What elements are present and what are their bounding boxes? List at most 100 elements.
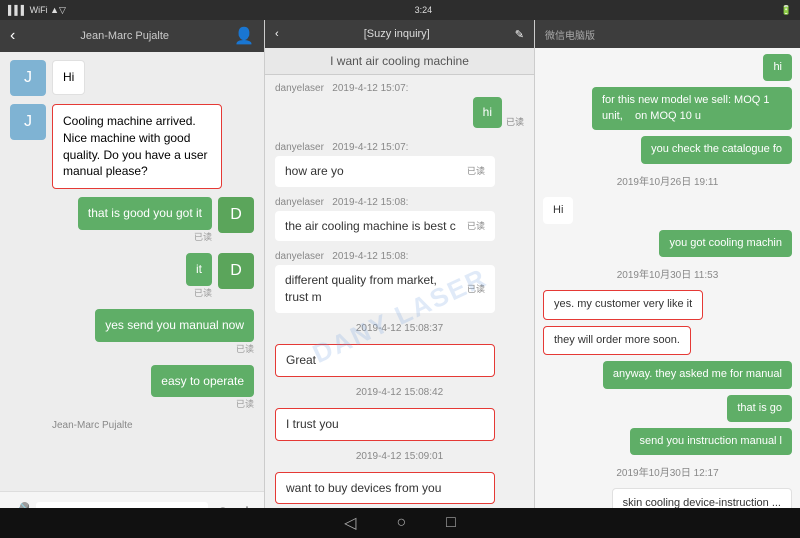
left-panel: ‹ Jean-Marc Pujalte 👤 J Hi J: [0, 20, 265, 508]
avatar-self: D: [218, 197, 254, 233]
read-label: 已读: [194, 230, 212, 243]
right-panel: 微信电脑版 hi for this new model we sell: MOQ…: [535, 20, 800, 508]
right-msg-row: yes. my customer very like it: [543, 290, 792, 319]
msg-text: yes send you manual now: [105, 318, 244, 332]
right-msg-row: you got cooling machin: [543, 230, 792, 257]
chat-input[interactable]: [36, 502, 207, 509]
right-msg-row: that is go: [543, 395, 792, 422]
chat-bubble-easy: easy to operate: [151, 365, 254, 398]
message-row: J Cooling machine arrived. Nice machine …: [10, 104, 254, 189]
android-nav: ◁ ○ □: [0, 508, 800, 538]
msg-meta: danyelaser 2019-4-12 15:07:: [275, 142, 524, 153]
edit-icon-mid[interactable]: ✎: [515, 28, 524, 41]
middle-header: ‹ [Suzy inquiry] ✎: [265, 20, 534, 48]
read-label: 已读: [236, 342, 254, 355]
status-bar: ▌▌▌ WiFi ▲▽ 3:24 🔋: [0, 0, 800, 20]
right-msg-row: for this new model we sell: MOQ 1 unit, …: [543, 87, 792, 130]
msg-col: that is good you got it 已读: [78, 197, 212, 245]
timestamp: 2019年10月30日 11:53: [543, 266, 792, 281]
right-bubble-outlined: they will order more soon.: [543, 326, 691, 355]
middle-msg-row: danyelaser 2019-4-12 15:07: hi 已读: [275, 83, 524, 132]
timestamp: 2019-4-12 15:09:01: [275, 451, 524, 462]
middle-messages: danyelaser 2019-4-12 15:07: hi 已读 danyel…: [265, 75, 534, 508]
add-icon[interactable]: ＋: [238, 500, 256, 509]
right-header-label: 微信电脑版: [545, 27, 595, 42]
msg-text: I trust you: [286, 416, 339, 433]
right-bubble-green: send you instruction manual l: [630, 428, 792, 455]
right-bubble: hi: [473, 97, 502, 128]
top-inquiry-msg: I want air cooling machine: [330, 54, 469, 68]
msg-col: Hi: [52, 60, 85, 95]
message-row-right: D it 已读: [10, 253, 254, 301]
msg-text: Cooling machine arrived. Nice machine wi…: [63, 114, 208, 178]
msg-text: it: [196, 262, 202, 276]
timestamp: 2019年10月30日 12:17: [543, 464, 792, 479]
middle-bubble: the air cooling machine is best c 已读: [275, 211, 495, 242]
avatar: J: [10, 60, 46, 96]
msg-text: different quality from market, trust m: [285, 272, 459, 306]
right-bubble-green: that is go: [727, 395, 792, 422]
msg-text: that is good you got it: [88, 206, 202, 220]
chat-input-area: 🎤 ☺ ＋: [0, 491, 264, 508]
back-icon[interactable]: ‹: [10, 27, 15, 45]
read-indicator: 已读: [506, 115, 524, 128]
voice-icon[interactable]: 🎤: [8, 502, 30, 508]
read-indicator: 已读: [467, 165, 485, 178]
emoji-icon[interactable]: ☺: [214, 502, 232, 508]
message-row-right: yes send you manual now 已读: [10, 309, 254, 357]
status-battery: 🔋: [781, 5, 792, 16]
read-indicator: 已读: [467, 283, 485, 296]
right-messages: hi for this new model we sell: MOQ 1 uni…: [535, 48, 800, 508]
status-left: ▌▌▌ WiFi ▲▽: [8, 5, 66, 16]
read-label: 已读: [236, 397, 254, 410]
contact-name-bottom: Jean-Marc Pujalte: [10, 420, 254, 431]
msg-col: it 已读: [186, 253, 212, 301]
right-bubble-green: for this new model we sell: MOQ 1 unit, …: [592, 87, 792, 130]
message-row-right: D that is good you got it 已读: [10, 197, 254, 245]
read-indicator: 已读: [467, 220, 485, 233]
msg-text: they will order more soon.: [554, 334, 680, 346]
back-icon-mid[interactable]: ‹: [275, 28, 279, 40]
recent-nav-btn[interactable]: □: [446, 514, 456, 532]
chat-bubble-manual: yes send you manual now: [95, 309, 254, 342]
right-bubble-green: you check the catalogue fo: [641, 136, 792, 163]
middle-bubble-outlined-trust: I trust you: [275, 408, 495, 441]
right-msg-row: anyway. they asked me for manual: [543, 361, 792, 388]
msg-text: Hi: [63, 70, 74, 84]
right-header: 微信电脑版: [535, 20, 800, 48]
msg-text: the air cooling machine is best c: [285, 218, 456, 235]
message-row-right: easy to operate 已读: [10, 365, 254, 413]
msg-col: yes send you manual now 已读: [95, 309, 254, 357]
right-bubble-outlined: yes. my customer very like it: [543, 290, 703, 319]
home-nav-btn[interactable]: ○: [396, 514, 406, 532]
back-nav-btn[interactable]: ◁: [344, 513, 356, 533]
middle-msg-row: danyelaser 2019-4-12 15:08: different qu…: [275, 251, 524, 313]
right-bubble-white: Hi: [543, 197, 573, 224]
msg-text: send you instruction manual l: [640, 435, 782, 447]
msg-col: Cooling machine arrived. Nice machine wi…: [52, 104, 222, 189]
file-card: skin cooling device-instruction ... 523.…: [612, 488, 792, 508]
timestamp: 2019-4-12 15:08:42: [275, 387, 524, 398]
right-bubble-green: you got cooling machin: [659, 230, 792, 257]
right-msg-row: you check the catalogue fo: [543, 136, 792, 163]
msg-text: anyway. they asked me for manual: [613, 368, 782, 380]
msg-text: hi: [483, 105, 492, 119]
middle-bubble-outlined-great: Great: [275, 344, 495, 377]
person-icon[interactable]: 👤: [234, 26, 254, 46]
read-label: 已读: [194, 286, 212, 299]
msg-text: how are yo: [285, 163, 344, 180]
file-name: skin cooling device-instruction ...: [623, 497, 781, 508]
msg-text: Hi: [553, 204, 563, 216]
middle-bubble: different quality from market, trust m 已…: [275, 265, 495, 313]
msg-col: easy to operate 已读: [151, 365, 254, 413]
right-msg-row-file: skin cooling device-instruction ... 523.…: [543, 488, 792, 508]
msg-meta: danyelaser 2019-4-12 15:08:: [275, 251, 524, 262]
right-msg-row: they will order more soon.: [543, 326, 792, 355]
chat-bubble-blue: it: [186, 253, 212, 286]
right-msg-row: send you instruction manual l: [543, 428, 792, 455]
content-area: ‹ Jean-Marc Pujalte 👤 J Hi J: [0, 20, 800, 508]
msg-text: yes. my customer very like it: [554, 298, 692, 310]
app-wrapper: ▌▌▌ WiFi ▲▽ 3:24 🔋 ‹ Jean-Marc Pujalte 👤…: [0, 0, 800, 538]
inquiry-header: I want air cooling machine: [265, 48, 534, 75]
msg-meta: danyelaser 2019-4-12 15:07:: [275, 83, 524, 94]
